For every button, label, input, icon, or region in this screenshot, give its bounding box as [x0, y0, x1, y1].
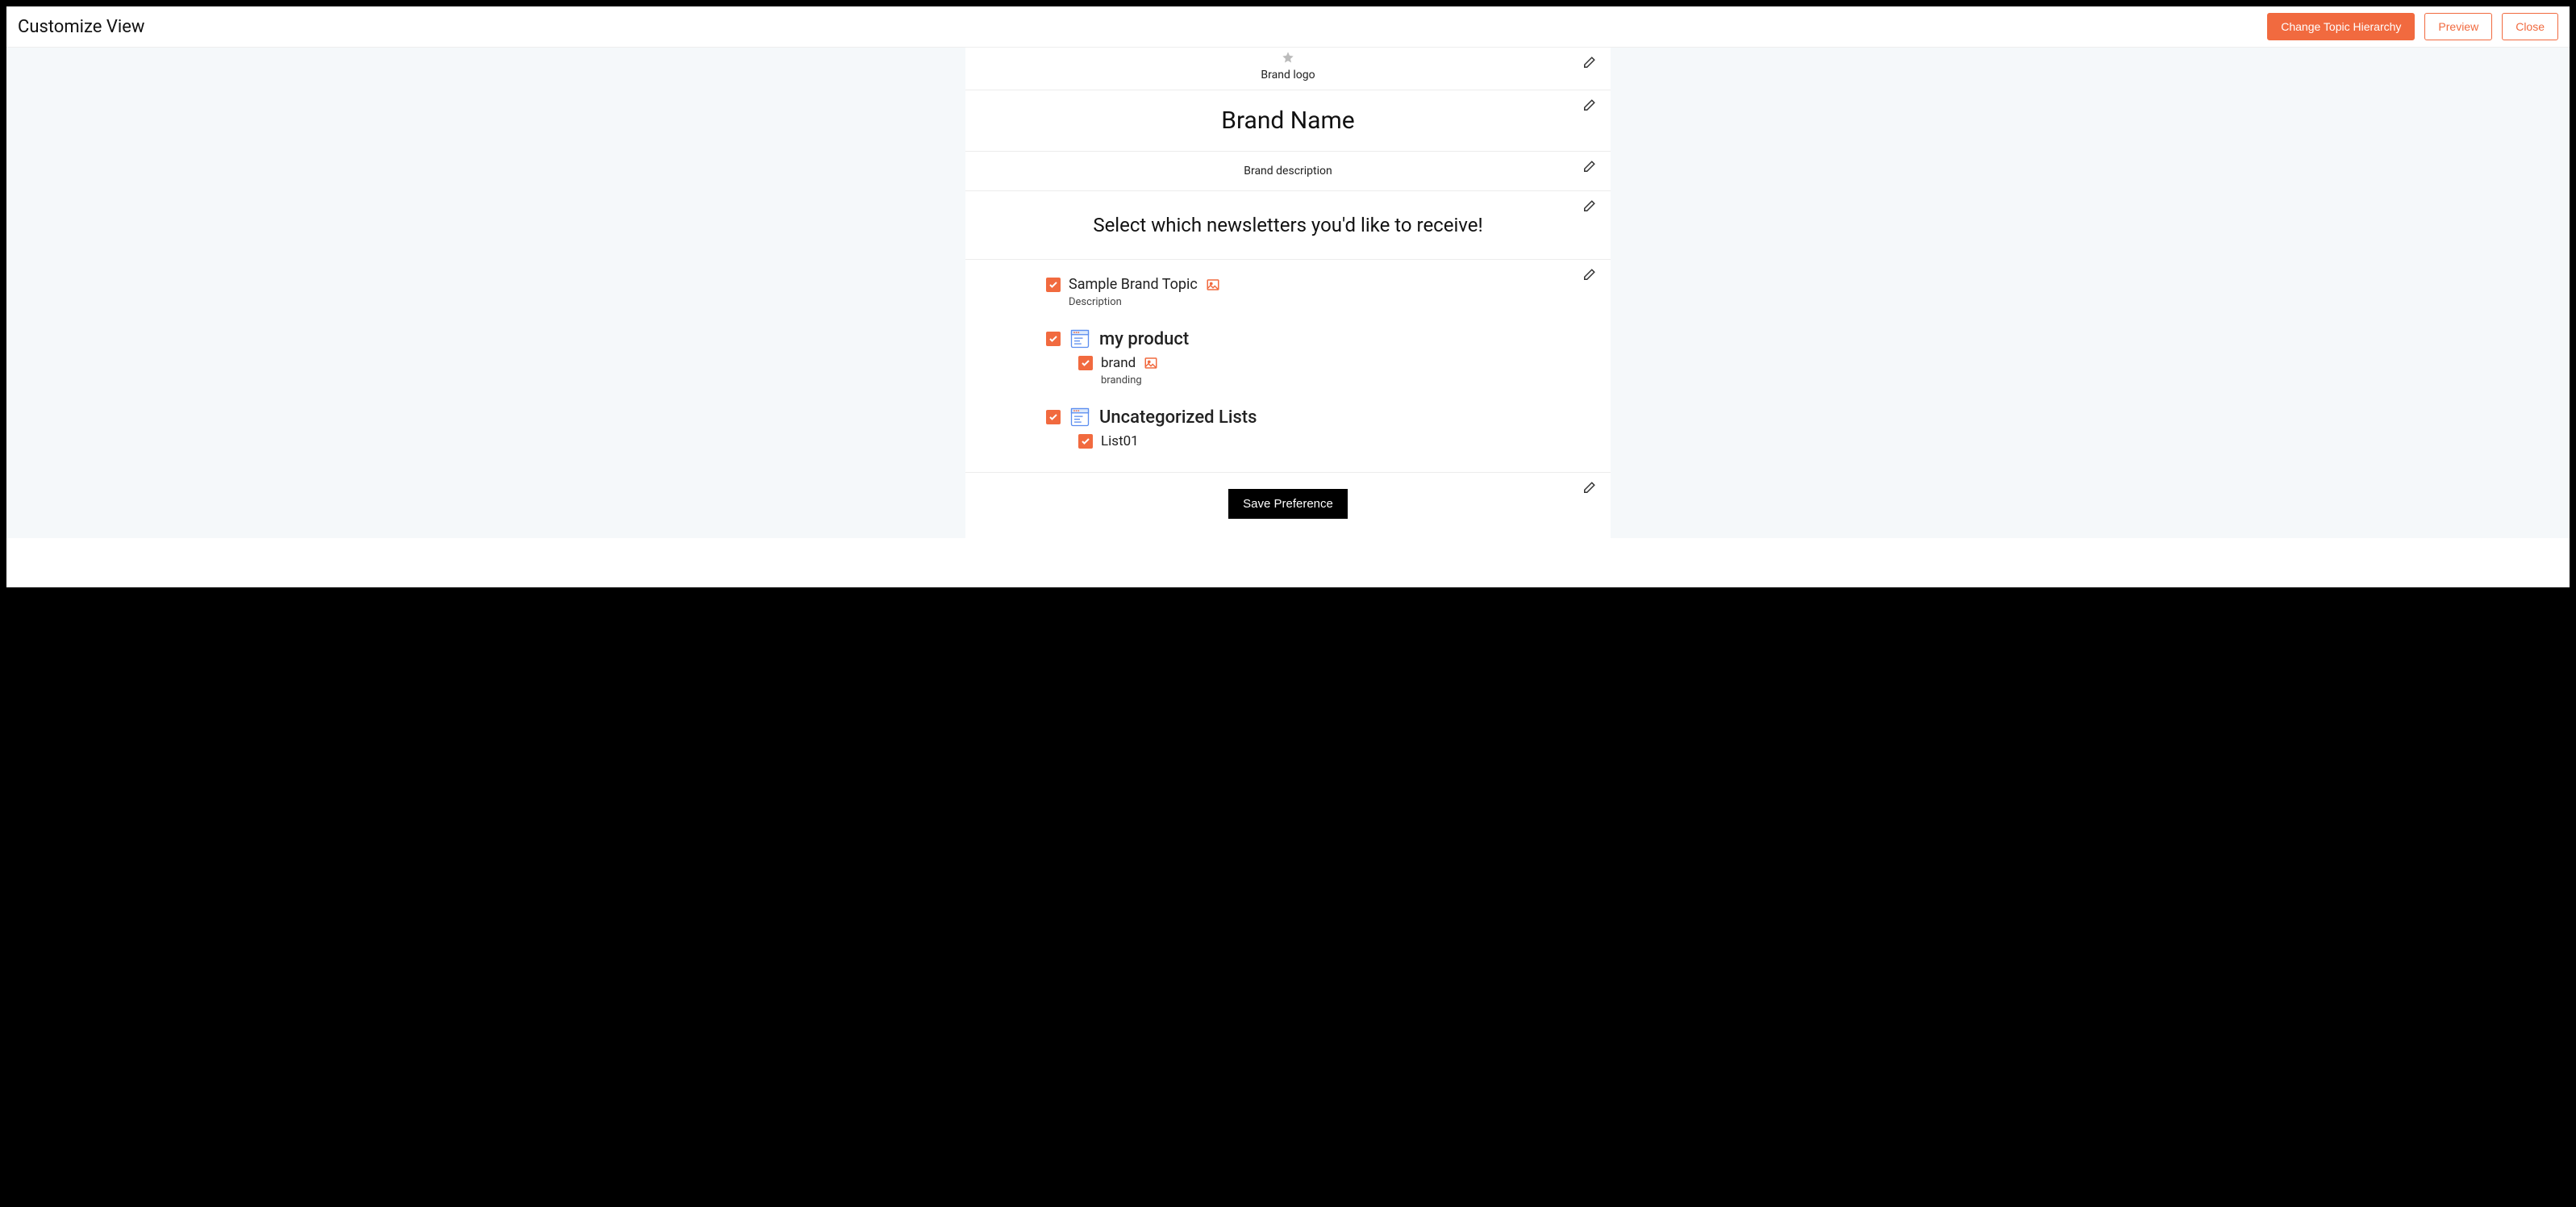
- topic-item: Uncategorized Lists List01: [1046, 406, 1578, 449]
- edit-topics-button[interactable]: [1582, 268, 1596, 286]
- newsletter-heading-section: Select which newsletters you'd like to r…: [965, 191, 1611, 260]
- topic-checkbox[interactable]: [1078, 356, 1093, 370]
- sub-topic-item: List01: [1078, 433, 1578, 449]
- save-preference-button[interactable]: Save Preference: [1228, 489, 1348, 519]
- sub-topic-description: branding: [1101, 374, 1578, 386]
- main-area: Brand logo Brand Name Brand description …: [6, 48, 2570, 538]
- topic-item: my product brand brandi: [1046, 328, 1578, 386]
- topic-label: my product: [1099, 329, 1189, 349]
- brand-logo-section: Brand logo: [965, 48, 1611, 90]
- newsletter-heading: Select which newsletters you'd like to r…: [982, 206, 1594, 244]
- image-icon: [1144, 356, 1158, 370]
- star-icon: [1282, 51, 1294, 67]
- change-topic-hierarchy-button[interactable]: Change Topic Hierarchy: [2267, 13, 2415, 40]
- save-section: Save Preference: [965, 473, 1611, 538]
- topic-checkbox[interactable]: [1046, 410, 1061, 424]
- image-icon: [1206, 278, 1220, 292]
- topic-label: Sample Brand Topic: [1069, 276, 1198, 293]
- close-button[interactable]: Close: [2502, 13, 2558, 40]
- topic-checkbox[interactable]: [1046, 332, 1061, 346]
- brand-name-section: Brand Name: [965, 90, 1611, 152]
- sub-topic-label: List01: [1101, 433, 1139, 449]
- brand-name-label: Brand Name: [1221, 106, 1354, 135]
- sub-topic-label: brand: [1101, 355, 1136, 371]
- topic-checkbox[interactable]: [1078, 434, 1093, 449]
- topic-checkbox[interactable]: [1046, 278, 1061, 292]
- edit-brand-logo-button[interactable]: [1582, 56, 1596, 73]
- topic-item: Sample Brand Topic Description: [1046, 276, 1578, 308]
- topics-section: Sample Brand Topic Description: [965, 260, 1611, 473]
- modal-header: Customize View Change Topic Hierarchy Pr…: [6, 6, 2570, 48]
- brand-description-label: Brand description: [1244, 165, 1332, 178]
- brand-description-section: Brand description: [965, 152, 1611, 191]
- edit-save-button-icon[interactable]: [1582, 481, 1596, 499]
- preference-card: Brand logo Brand Name Brand description …: [965, 48, 1611, 538]
- window-icon: [1069, 406, 1091, 428]
- brand-logo-label: Brand logo: [1261, 69, 1315, 81]
- preview-button[interactable]: Preview: [2424, 13, 2492, 40]
- edit-newsletter-heading-button[interactable]: [1582, 199, 1596, 217]
- edit-brand-description-button[interactable]: [1582, 160, 1596, 178]
- window-icon: [1069, 328, 1091, 350]
- header-actions: Change Topic Hierarchy Preview Close: [2267, 13, 2558, 40]
- sub-topic-item: brand: [1078, 355, 1578, 371]
- topic-label: Uncategorized Lists: [1099, 407, 1257, 428]
- page-title: Customize View: [18, 17, 144, 37]
- topic-description: Description: [1069, 296, 1578, 308]
- edit-brand-name-button[interactable]: [1582, 98, 1596, 116]
